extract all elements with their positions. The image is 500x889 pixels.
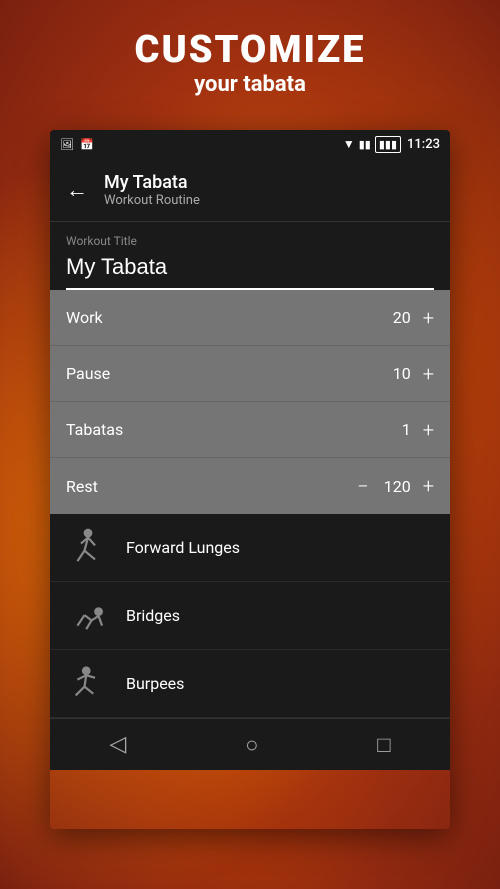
- tabatas-row: Tabatas 1 +: [50, 402, 450, 458]
- main-subheadline: your tabata: [0, 72, 500, 97]
- rest-minus-button[interactable]: −: [357, 474, 368, 498]
- bridges-icon: [66, 594, 110, 638]
- status-right-area: ▼ ▮▮ ▮▮▮ 11:23: [343, 136, 440, 153]
- exercise-row-2[interactable]: Burpees: [50, 650, 450, 718]
- status-bar: 🖼 📅 ▼ ▮▮ ▮▮▮ 11:23: [50, 130, 450, 158]
- phone-screen: 🖼 📅 ▼ ▮▮ ▮▮▮ 11:23 ← My Tabata Workout R…: [50, 130, 450, 829]
- app-bar-title: My Tabata: [104, 172, 200, 193]
- back-button[interactable]: ←: [66, 177, 88, 203]
- burpees-icon: [66, 662, 110, 706]
- wifi-icon: ▼: [343, 137, 355, 151]
- pause-label: Pause: [66, 364, 110, 383]
- nav-bar: ◁ ○ □: [50, 718, 450, 770]
- exercise-section: Forward Lunges Bridges: [50, 514, 450, 718]
- rest-plus-button[interactable]: +: [423, 474, 434, 498]
- app-bar: ← My Tabata Workout Routine: [50, 158, 450, 222]
- pause-value: 10: [381, 364, 411, 383]
- workout-title-section: Workout Title: [50, 222, 450, 290]
- exercise-name-1: Bridges: [126, 606, 180, 625]
- app-bar-titles: My Tabata Workout Routine: [104, 172, 200, 208]
- rest-value: 120: [381, 477, 411, 496]
- app-bar-subtitle: Workout Routine: [104, 193, 200, 208]
- exercise-row-0[interactable]: Forward Lunges: [50, 514, 450, 582]
- photo-icon: 🖼: [60, 138, 74, 151]
- lunges-icon: [66, 526, 110, 570]
- work-controls: 20 +: [381, 306, 434, 330]
- main-headline: CUSTOMIZE: [0, 28, 500, 72]
- rest-label: Rest: [66, 477, 98, 496]
- nav-home-button[interactable]: ○: [225, 724, 278, 766]
- tabatas-controls: 1 +: [381, 418, 434, 442]
- workout-title-label: Workout Title: [66, 234, 434, 248]
- work-label: Work: [66, 308, 103, 327]
- workout-title-input[interactable]: [66, 254, 434, 290]
- calendar-icon: 📅: [80, 138, 94, 151]
- pause-plus-button[interactable]: +: [423, 362, 434, 386]
- nav-recent-button[interactable]: □: [357, 724, 410, 766]
- rest-controls: − 120 +: [357, 474, 434, 498]
- exercise-name-0: Forward Lunges: [126, 538, 240, 557]
- tabatas-value: 1: [381, 420, 411, 439]
- clock: 11:23: [407, 137, 440, 152]
- rest-row: Rest − 120 +: [50, 458, 450, 514]
- exercise-row-1[interactable]: Bridges: [50, 582, 450, 650]
- work-row: Work 20 +: [50, 290, 450, 346]
- tabatas-plus-button[interactable]: +: [423, 418, 434, 442]
- pause-controls: 10 +: [381, 362, 434, 386]
- tabatas-label: Tabatas: [66, 420, 123, 439]
- status-left-icons: 🖼 📅: [60, 138, 94, 151]
- signal-icon: ▮▮: [359, 138, 371, 151]
- nav-back-button[interactable]: ◁: [89, 724, 146, 765]
- work-plus-button[interactable]: +: [423, 306, 434, 330]
- settings-section: Work 20 + Pause 10 + Tabatas 1 + Rest −: [50, 290, 450, 514]
- header-area: CUSTOMIZE your tabata: [0, 28, 500, 97]
- pause-row: Pause 10 +: [50, 346, 450, 402]
- battery-icon: ▮▮▮: [375, 136, 401, 153]
- work-value: 20: [381, 308, 411, 327]
- exercise-name-2: Burpees: [126, 674, 184, 693]
